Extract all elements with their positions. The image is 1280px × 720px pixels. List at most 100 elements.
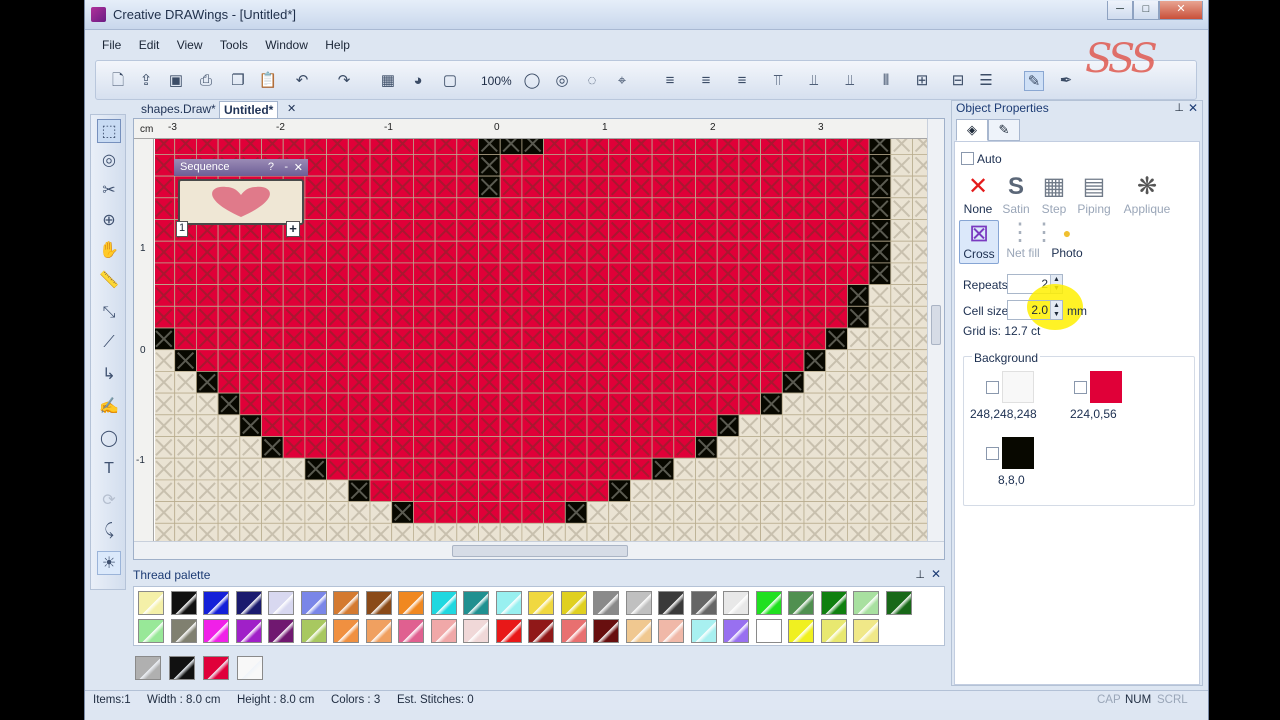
palette-pin-icon[interactable]: ⊥: [915, 568, 925, 581]
thread-swatch[interactable]: [820, 619, 847, 643]
auto-checkbox[interactable]: [961, 152, 974, 165]
recent-thread-swatch[interactable]: [135, 656, 161, 680]
paste-icon[interactable]: 📋: [258, 71, 278, 91]
thread-swatch[interactable]: [495, 619, 522, 643]
break-icon[interactable]: ◌: [582, 71, 602, 91]
order-icon[interactable]: ☰: [976, 71, 996, 91]
thread-swatch[interactable]: [170, 619, 197, 643]
fill-tab-icon[interactable]: ◈: [956, 119, 988, 141]
fill-step-button[interactable]: ▦ Step: [1035, 172, 1073, 216]
thread-swatch[interactable]: [723, 591, 749, 615]
thread-swatch[interactable]: [560, 591, 587, 615]
thread-swatch[interactable]: [138, 619, 164, 643]
thread-swatch[interactable]: [430, 591, 457, 615]
grid-align-icon[interactable]: ⊞: [912, 71, 932, 91]
new-file-icon[interactable]: 🗋: [108, 71, 128, 91]
tab-close-icon[interactable]: ✕: [283, 101, 300, 118]
grid-icon[interactable]: ▦: [378, 71, 398, 91]
thread-swatch[interactable]: [755, 619, 782, 643]
tab-shapes[interactable]: shapes.Draw*: [137, 101, 220, 118]
lasso-tool-icon[interactable]: ◎: [97, 149, 121, 173]
weld-icon[interactable]: ◯: [522, 71, 542, 91]
sequence-minimize-icon[interactable]: -: [284, 161, 288, 173]
save-icon[interactable]: ▣: [166, 71, 186, 91]
menu-window[interactable]: Window: [258, 34, 315, 56]
bg-color-3-checkbox[interactable]: [986, 447, 999, 460]
recent-thread-swatch[interactable]: [169, 656, 195, 680]
hoop-icon[interactable]: ▢: [440, 71, 460, 91]
thread-swatch[interactable]: [463, 591, 489, 615]
align-middle-icon[interactable]: ⫫: [804, 71, 824, 91]
brush-icon[interactable]: ✎: [1024, 71, 1044, 91]
props-close-icon[interactable]: ✕: [1188, 101, 1198, 115]
align-bottom-icon[interactable]: ⫫: [840, 71, 860, 91]
thread-swatch[interactable]: [625, 591, 652, 615]
maximize-button[interactable]: □: [1133, 1, 1159, 20]
align-center-icon[interactable]: ≡: [696, 71, 716, 91]
thread-swatch[interactable]: [853, 591, 879, 615]
outline-tab-icon[interactable]: ✎: [988, 119, 1020, 141]
sequence-item-thumbnail[interactable]: [178, 179, 304, 225]
combine-icon[interactable]: ◎: [552, 71, 572, 91]
ellipse-tool-icon[interactable]: ◯: [97, 427, 121, 451]
knife-tool-icon[interactable]: ⟋: [97, 331, 121, 355]
bezier-tool-icon[interactable]: ✍: [97, 395, 121, 419]
horizontal-scrollbar[interactable]: [134, 541, 944, 559]
align-right-icon[interactable]: ≡: [732, 71, 752, 91]
redo-icon[interactable]: ↷: [334, 71, 354, 91]
zoom-level[interactable]: 100%: [481, 74, 512, 88]
thread-swatch[interactable]: [235, 591, 262, 615]
thread-swatch[interactable]: [593, 591, 619, 615]
menu-view[interactable]: View: [170, 34, 210, 56]
thread-swatch[interactable]: [398, 619, 424, 643]
menu-file[interactable]: File: [95, 34, 128, 56]
thread-swatch[interactable]: [755, 591, 782, 615]
bg-color-2-checkbox[interactable]: [1074, 381, 1087, 394]
fill-photo-button[interactable]: ● Photo: [1047, 220, 1087, 260]
thread-swatch[interactable]: [300, 619, 327, 643]
fill-netfill-button[interactable]: ⋮⋮ Net fill: [1003, 220, 1056, 261]
distribute-icon[interactable]: ⫴: [876, 71, 896, 91]
thread-swatch[interactable]: [690, 591, 717, 615]
thread-swatch[interactable]: [528, 619, 554, 643]
node-tool-icon[interactable]: ⤡: [97, 301, 121, 325]
open-file-icon[interactable]: ⇪: [136, 71, 156, 91]
sequence-help-icon[interactable]: ?: [268, 161, 274, 173]
thread-swatch[interactable]: [203, 619, 229, 643]
zoom-tool-icon[interactable]: ⊕: [97, 209, 121, 233]
recent-thread-swatch[interactable]: [237, 656, 263, 680]
copy-icon[interactable]: ❐: [228, 71, 248, 91]
drawing-canvas[interactable]: cm -3 -2 -1 0 1 2 3 1 0 -1 Sequence ? - …: [133, 118, 945, 560]
fill-none-button[interactable]: ✕ None: [959, 172, 997, 216]
cut-tool-icon[interactable]: ✂: [97, 179, 121, 203]
bg-color-1-swatch[interactable]: [1002, 371, 1034, 403]
thread-swatch[interactable]: [528, 591, 554, 615]
thread-swatch[interactable]: [365, 591, 392, 615]
thread-swatch[interactable]: [593, 619, 619, 643]
vertical-scroll-thumb[interactable]: [931, 305, 941, 345]
thread-swatch[interactable]: [235, 619, 262, 643]
sequence-title[interactable]: Sequence ? - ✕: [174, 159, 308, 176]
props-pin-icon[interactable]: ⊥: [1174, 101, 1184, 114]
sequence-add-button[interactable]: +: [286, 221, 300, 237]
fill-piping-button[interactable]: ▤ Piping: [1073, 172, 1115, 216]
fill-cross-button[interactable]: ⊠ Cross: [959, 220, 999, 264]
eyedropper-tool-icon[interactable]: ⤹: [97, 519, 121, 543]
thread-swatch[interactable]: [853, 619, 879, 643]
thread-swatch[interactable]: [658, 591, 684, 615]
pen-icon[interactable]: ✒: [1056, 71, 1076, 91]
thread-swatch[interactable]: [138, 591, 164, 615]
thread-swatch[interactable]: [203, 591, 229, 615]
thread-swatch[interactable]: [560, 619, 587, 643]
fill-satin-button[interactable]: S Satin: [997, 172, 1035, 216]
palette-close-icon[interactable]: ✕: [931, 567, 941, 581]
close-window-button[interactable]: ✕: [1159, 1, 1203, 20]
align-left-icon[interactable]: ≡: [660, 71, 680, 91]
select-tool-icon[interactable]: ⬚: [97, 119, 121, 143]
thread-swatch[interactable]: [463, 619, 489, 643]
vertical-scrollbar[interactable]: [927, 119, 944, 543]
palette-icon[interactable]: ◕: [408, 71, 428, 91]
space-icon[interactable]: ⊟: [948, 71, 968, 91]
horizontal-scroll-thumb[interactable]: [452, 545, 628, 557]
bg-color-1-checkbox[interactable]: [986, 381, 999, 394]
